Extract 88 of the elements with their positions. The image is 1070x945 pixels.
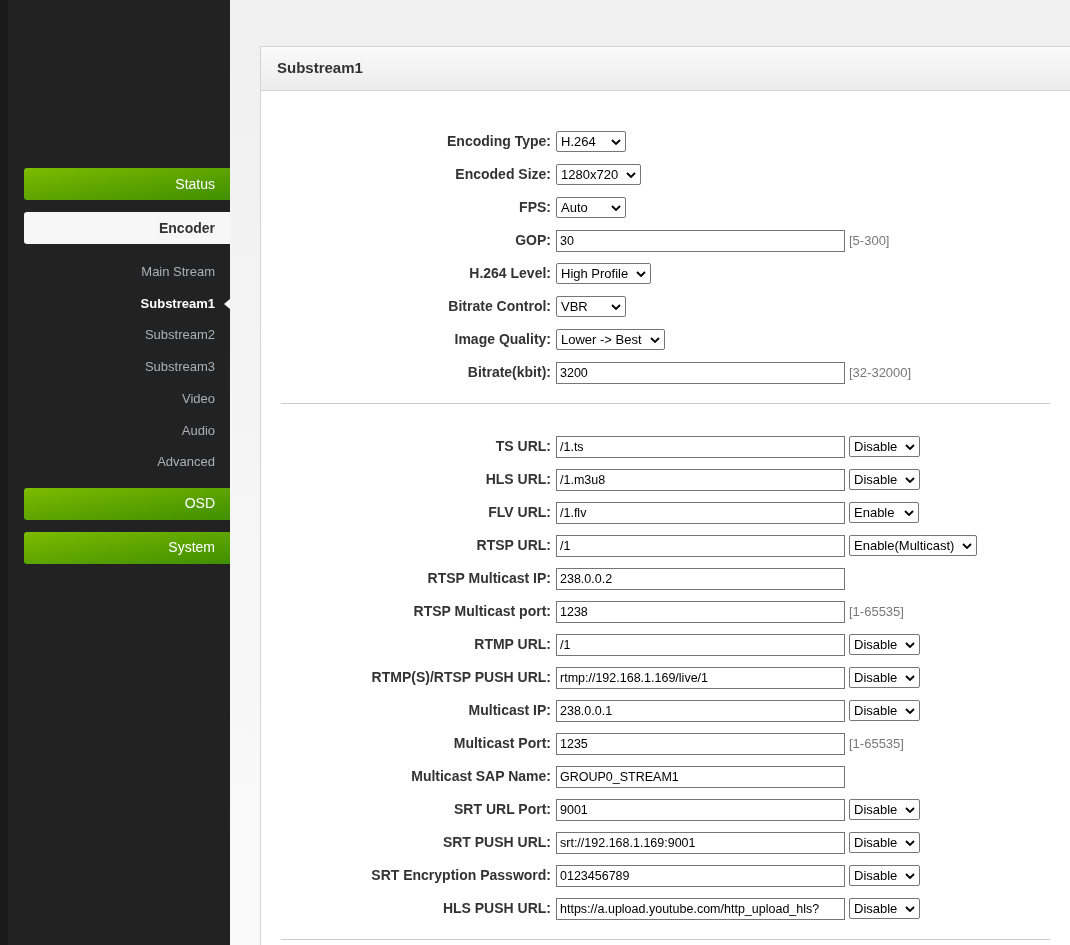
chevron-down-icon — [626, 171, 637, 178]
field-label: Multicast SAP Name: — [410, 767, 552, 786]
chevron-down-icon — [611, 303, 621, 310]
dropdown[interactable]: Disable — [849, 667, 921, 688]
dropdown[interactable]: 1280x720 — [556, 164, 642, 185]
range-hint: [1-65535] — [849, 602, 904, 621]
menu-button[interactable]: Encoder — [24, 212, 230, 244]
text-field[interactable]: /1 — [556, 534, 845, 557]
dropdown[interactable]: Auto — [556, 197, 626, 218]
chevron-down-icon — [905, 476, 916, 483]
field-label: Bitrate(kbit): — [466, 363, 552, 382]
field-label: FPS: — [518, 198, 552, 217]
dropdown[interactable]: Disable — [849, 832, 921, 853]
dropdown[interactable]: Disable — [849, 700, 921, 721]
field-label: SRT Encryption Password: — [370, 866, 552, 885]
dropdown[interactable]: Disable — [849, 436, 921, 457]
field-label: Multicast IP: — [467, 701, 552, 720]
dropdown[interactable]: Disable — [849, 865, 921, 886]
chevron-down-icon — [905, 443, 916, 450]
range-hint: [5-300] — [849, 231, 890, 250]
range-hint: [1-65535] — [849, 734, 904, 753]
field-label: FLV URL: — [487, 503, 552, 522]
field-label: Image Quality: — [453, 330, 552, 349]
text-field[interactable]: 9001 — [556, 798, 845, 821]
text-field[interactable]: 238.0.0.1 — [556, 699, 845, 722]
dropdown[interactable]: H.264 — [556, 131, 626, 152]
chevron-down-icon — [904, 509, 914, 516]
range-hint: [32-32000] — [849, 363, 912, 382]
chevron-down-icon — [611, 204, 621, 211]
chevron-down-icon — [905, 806, 916, 813]
menu-item[interactable]: Advanced — [157, 452, 215, 472]
text-field[interactable]: 0123456789 — [556, 864, 845, 887]
chevron-down-icon — [611, 138, 621, 145]
chevron-down-icon — [905, 872, 916, 879]
dropdown[interactable]: Disable — [849, 634, 921, 655]
chevron-down-icon — [905, 905, 916, 912]
chevron-down-icon — [905, 707, 916, 714]
text-field[interactable]: 3200 — [556, 361, 845, 384]
field-label: Encoded Size: — [454, 165, 552, 184]
field-label: Bitrate Control: — [447, 297, 552, 316]
field-label: RTSP Multicast IP: — [426, 569, 552, 588]
menu-item[interactable]: Substream3 — [144, 357, 215, 377]
field-label: HLS URL: — [484, 470, 552, 489]
pointer-icon — [224, 298, 230, 309]
field-label: H.264 Level: — [468, 264, 552, 283]
text-field[interactable]: srt://192.168.1.169:9001 — [556, 831, 845, 854]
chevron-down-icon — [905, 839, 916, 846]
chevron-down-icon — [636, 270, 647, 277]
text-field[interactable]: 1238 — [556, 600, 845, 623]
text-field[interactable]: /1.flv — [556, 501, 845, 524]
text-field[interactable]: 238.0.0.2 — [556, 567, 845, 590]
dropdown[interactable]: Disable — [849, 799, 921, 820]
menu-item[interactable]: Main Stream — [141, 262, 215, 282]
field-label: RTMP(S)/RTSP PUSH URL: — [370, 668, 552, 687]
field-label: GOP: — [514, 231, 552, 250]
chevron-down-icon — [649, 336, 660, 343]
field-label: Encoding Type: — [446, 132, 552, 151]
text-field[interactable]: rtmp://192.168.1.169/live/1 — [556, 666, 845, 689]
text-field[interactable]: 30 — [556, 229, 845, 252]
field-label: TS URL: — [494, 437, 552, 456]
field-label: SRT URL Port: — [453, 800, 552, 819]
text-field[interactable]: GROUP0_STREAM1 — [556, 765, 845, 788]
field-label: SRT PUSH URL: — [441, 833, 552, 852]
text-field[interactable]: /1 — [556, 633, 845, 656]
menu-item[interactable]: Audio — [181, 420, 215, 441]
field-label: RTSP Multicast port: — [412, 602, 552, 621]
dropdown[interactable]: Lower -> Best — [556, 329, 665, 350]
panel-title: Substream1 — [277, 58, 363, 79]
field-label: RTMP URL: — [473, 635, 552, 654]
dropdown[interactable]: Enable(Multicast) — [849, 535, 978, 556]
text-field[interactable]: /1.m3u8 — [556, 468, 845, 491]
text-field[interactable]: https://a.upload.youtube.com/http_upload_hls? — [556, 897, 845, 920]
dropdown[interactable]: Disable — [849, 469, 921, 490]
dropdown[interactable]: High Profile — [556, 263, 652, 284]
dropdown[interactable]: Enable — [849, 502, 919, 523]
text-field[interactable]: 1235 — [556, 732, 845, 755]
field-label: HLS PUSH URL: — [441, 899, 552, 918]
menu-item[interactable]: Substream1 — [140, 293, 215, 314]
chevron-down-icon — [905, 641, 916, 648]
dropdown[interactable]: Disable — [849, 898, 921, 919]
field-label: RTSP URL: — [475, 536, 552, 555]
dropdown[interactable]: VBR — [556, 296, 626, 317]
menu-item[interactable]: Video — [182, 388, 215, 409]
text-field[interactable]: /1.ts — [556, 435, 845, 458]
chevron-down-icon — [905, 674, 916, 681]
field-label: Multicast Port: — [452, 734, 552, 753]
menu-item[interactable]: Substream2 — [144, 325, 215, 345]
chevron-down-icon — [962, 542, 973, 549]
